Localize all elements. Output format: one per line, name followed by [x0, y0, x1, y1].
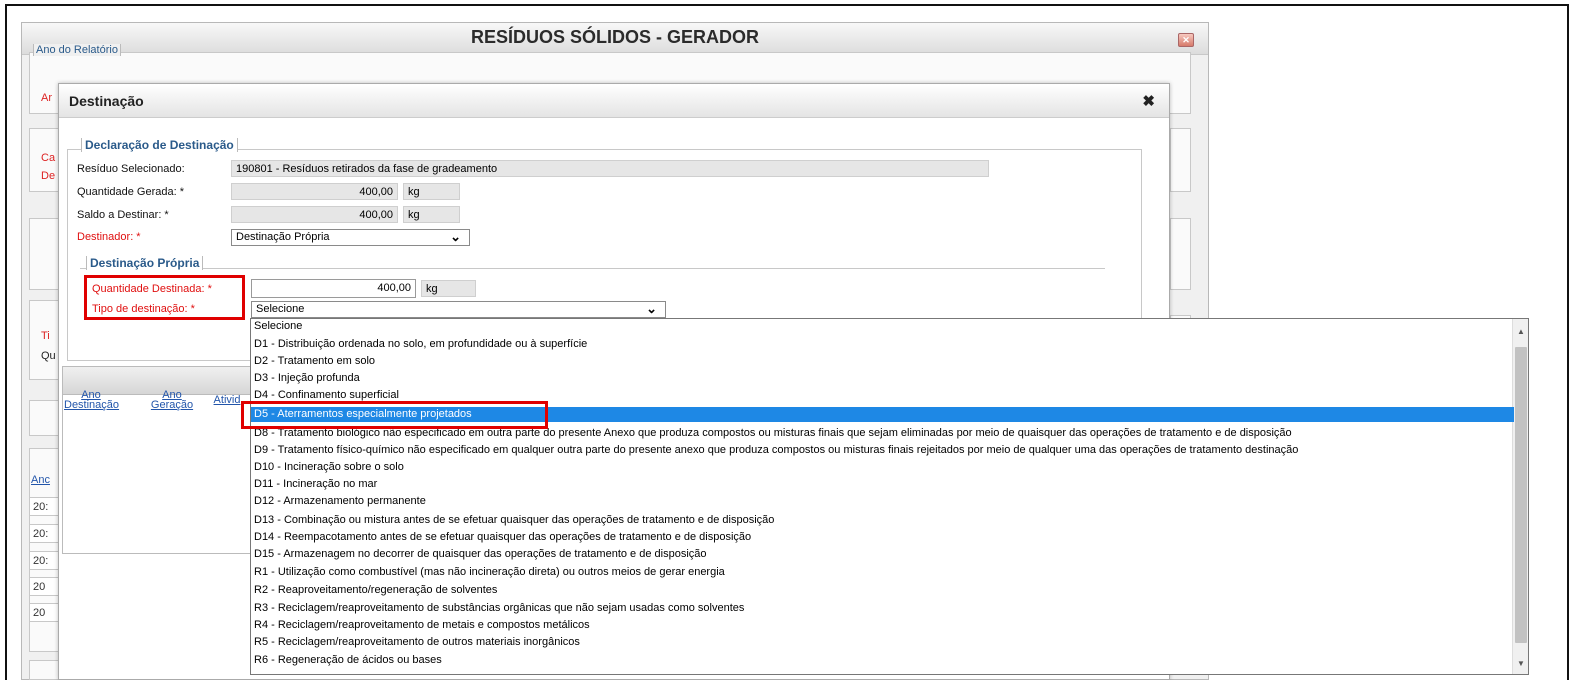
dropdown-option[interactable]: R5 - Reciclagem/reaproveitamento de outr…	[251, 635, 1514, 650]
tipo-destinacao-options-list[interactable]: ▲ ▼ Selecione D1 - Distribuição ordenada …	[250, 318, 1529, 675]
dropdown-option[interactable]: R4 - Reciclagem/reaproveitamento de meta…	[251, 618, 1514, 633]
residuo-label: Resíduo Selecionado:	[77, 163, 185, 175]
bg-label-fragment: Ar	[41, 92, 52, 104]
scroll-down-icon[interactable]: ▼	[1513, 659, 1529, 668]
bg-label-fragment: De	[41, 170, 56, 182]
saldo-label: Saldo a Destinar: *	[77, 209, 169, 221]
grid-col-ano-geracao[interactable]: Ano Geração	[145, 390, 199, 411]
grid-col-line: Geração	[150, 399, 194, 411]
dropdown-option[interactable]: D3 - Injeção profunda	[251, 371, 1514, 386]
destinador-value: Destinação Própria	[236, 231, 330, 243]
required-fields-highlight	[84, 275, 245, 320]
grid-col-ano-destinacao[interactable]: Ano Destinação	[64, 390, 120, 411]
dropdown-option[interactable]: R6 - Regeneração de ácidos ou bases	[251, 653, 1514, 668]
declaracao-legend: Declaração de Destinação	[81, 138, 238, 152]
bg-label-fragment: Ca	[41, 152, 56, 164]
qtd-destinada-unit: kg	[421, 280, 476, 297]
dropdown-option[interactable]: D1 - Distribuição ordenada no solo, em p…	[251, 337, 1514, 352]
dropdown-option[interactable]: R3 - Reciclagem/reaproveitamento de subs…	[251, 601, 1514, 616]
dialog-title: Destinação	[69, 93, 144, 109]
dropdown-option[interactable]: Selecione	[251, 319, 1514, 334]
ano-relatorio-legend: Ano do Relatório	[33, 44, 121, 56]
tipo-destinacao-select[interactable]: Selecione ⌄	[251, 301, 666, 318]
bg-label-fragment: Qu	[41, 350, 56, 362]
dropdown-option[interactable]: D2 - Tratamento em solo	[251, 354, 1514, 369]
dropdown-option[interactable]: D13 - Combinação ou mistura antes de se …	[251, 513, 1514, 528]
chevron-down-icon: ⌄	[450, 229, 461, 244]
qtd-gerada-unit: kg	[403, 183, 460, 200]
dropdown-option[interactable]: D14 - Reempacotamento antes de se efetua…	[251, 530, 1514, 545]
grid-col-line: Destinação	[64, 399, 120, 411]
qtd-gerada-label: Quantidade Gerada: *	[77, 186, 185, 198]
bg-panel-2-right	[1170, 128, 1191, 192]
tipo-destinacao-value: Selecione	[256, 303, 305, 315]
dropdown-option[interactable]: D10 - Incineração sobre o solo	[251, 460, 1514, 475]
saldo-unit: kg	[403, 206, 460, 223]
qtd-destinada-input[interactable]: 400,00	[251, 279, 416, 298]
dropdown-option[interactable]: D11 - Incineração no mar	[251, 477, 1514, 492]
qtd-gerada-field: 400,00	[231, 183, 398, 200]
dropdown-option[interactable]: D9 - Tratamento físico-químico não espec…	[251, 443, 1514, 458]
dropdown-option[interactable]: R2 - Reaproveitamento/regeneração de sol…	[251, 583, 1514, 598]
dropdown-option[interactable]: D12 - Armazenamento permanente	[251, 494, 1514, 509]
bg-table-header-link[interactable]: Anc	[31, 474, 50, 486]
scrollbar[interactable]: ▲ ▼	[1512, 319, 1528, 674]
dialog-title-bar: Destinação ✖	[59, 84, 1169, 118]
residuo-field: 190801 - Resíduos retirados da fase de g…	[231, 160, 989, 177]
grid-col-line: Ativid	[213, 394, 241, 406]
saldo-field: 400,00	[231, 206, 398, 223]
grid-col-atividade[interactable]: Ativid	[210, 394, 244, 406]
main-window-title: RESÍDUOS SÓLIDOS - GERADOR	[470, 27, 760, 47]
bg-label-fragment: Ti	[41, 330, 50, 342]
dropdown-option[interactable]: R1 - Utilização como combustível (mas nã…	[251, 565, 1514, 580]
bg-panel-3-right	[1170, 218, 1191, 290]
destinacao-propria-legend: Destinação Própria	[86, 256, 204, 270]
scroll-up-icon[interactable]: ▲	[1513, 327, 1529, 336]
dropdown-option[interactable]: D15 - Armazenagem no decorrer de quaisqu…	[251, 547, 1514, 562]
destinador-select[interactable]: Destinação Própria ⌄	[231, 229, 470, 246]
scrollbar-thumb[interactable]	[1515, 347, 1527, 643]
destinador-label: Destinador: *	[77, 231, 141, 243]
main-title-bar: RESÍDUOS SÓLIDOS - GERADOR ✕	[22, 23, 1208, 55]
close-icon[interactable]: ✖	[1142, 92, 1155, 110]
selected-option-highlight	[241, 401, 548, 429]
main-close-icon[interactable]: ✕	[1178, 33, 1194, 47]
chevron-down-icon: ⌄	[646, 301, 657, 316]
